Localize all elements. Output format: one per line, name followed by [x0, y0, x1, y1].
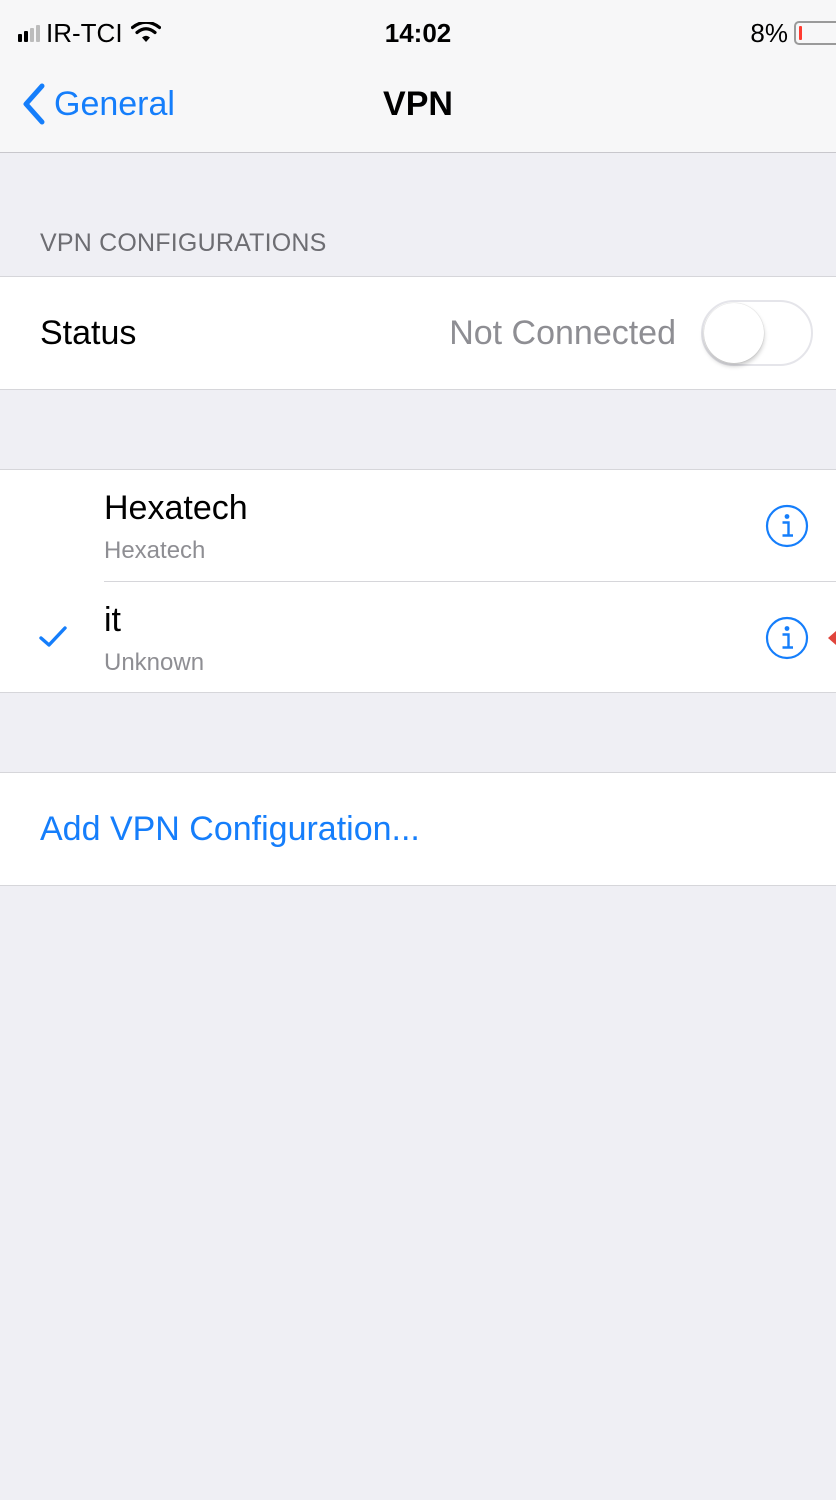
vpn-config-name: it [104, 601, 121, 639]
battery-percent: 8% [750, 18, 788, 48]
status-bar-time: 14:02 [384, 18, 452, 48]
vpn-config-type: Hexatech [104, 537, 206, 564]
page-title: VPN [383, 85, 453, 123]
vpn-connection-toggle[interactable] [701, 300, 813, 366]
arrow-marker-icon [828, 631, 836, 645]
info-icon[interactable] [765, 504, 809, 548]
section-header: VPN CONFIGURATIONS [40, 229, 327, 257]
status-value: Not Connected [449, 314, 676, 352]
info-icon[interactable] [765, 616, 809, 660]
status-row: Status Not Connected [0, 276, 836, 390]
status-bar-right: 8% [750, 18, 836, 48]
status-bar: IR-TCI 14:02 8% [0, 0, 836, 66]
toggle-knob [704, 303, 764, 363]
vpn-configuration-list: Hexatech Hexatech it Unknown [0, 469, 836, 693]
vpn-config-row-it[interactable]: it Unknown [0, 582, 836, 693]
battery-icon [794, 21, 836, 45]
add-vpn-configuration-button[interactable]: Add VPN Configuration... [40, 809, 420, 849]
battery-level [799, 26, 802, 40]
add-vpn-row: Add VPN Configuration... [0, 772, 836, 886]
vpn-config-name: Hexatech [104, 489, 248, 527]
vpn-config-type: Unknown [104, 649, 205, 676]
navigation-bar: General VPN [0, 66, 836, 153]
vpn-config-row-hexatech[interactable]: Hexatech Hexatech [0, 470, 836, 582]
status-label: Status [40, 314, 137, 352]
checkmark-icon [39, 626, 67, 647]
